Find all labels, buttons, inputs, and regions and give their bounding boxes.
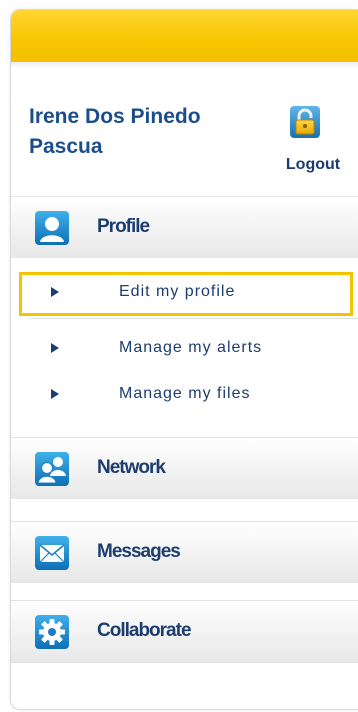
divider <box>11 662 358 663</box>
section-collaborate-label: Collaborate <box>97 620 192 641</box>
triangle-bullet-icon <box>51 343 59 353</box>
section-profile-label: Profile <box>97 216 150 237</box>
divider <box>29 318 358 319</box>
triangle-bullet-icon <box>51 287 59 297</box>
sidebar-panel: Irene Dos Pinedo Pascua Logout Profile E… <box>10 9 358 710</box>
network-people-icon <box>35 452 69 486</box>
menu-item-label: Manage my alerts <box>119 339 263 356</box>
user-name-line2: Pascua <box>29 135 103 158</box>
menu-item-manage-alerts[interactable]: Manage my alerts <box>19 328 353 372</box>
section-collaborate[interactable]: Collaborate <box>11 600 358 662</box>
triangle-bullet-icon <box>51 389 59 399</box>
section-network-label: Network <box>97 457 166 478</box>
top-yellow-bar <box>11 10 358 62</box>
profile-person-icon <box>35 211 69 245</box>
menu-item-edit-profile[interactable]: Edit my profile <box>19 272 353 316</box>
envelope-icon <box>35 536 69 570</box>
logout-button[interactable]: Logout <box>273 100 353 182</box>
top-bar-shadow <box>11 62 358 68</box>
menu-item-label: Manage my files <box>119 385 251 402</box>
gear-icon <box>35 615 69 649</box>
logout-label: Logout <box>285 156 341 173</box>
menu-item-label: Edit my profile <box>119 283 236 300</box>
user-name-line1: Irene Dos Pinedo <box>29 105 201 128</box>
section-messages-label: Messages <box>97 541 181 562</box>
section-messages[interactable]: Messages <box>11 521 358 583</box>
menu-item-manage-files[interactable]: Manage my files <box>19 374 353 418</box>
user-name: Irene Dos Pinedo Pascua <box>29 102 279 162</box>
logout-lock-icon <box>290 106 320 138</box>
section-network[interactable]: Network <box>11 437 358 499</box>
section-profile[interactable]: Profile <box>11 196 358 258</box>
